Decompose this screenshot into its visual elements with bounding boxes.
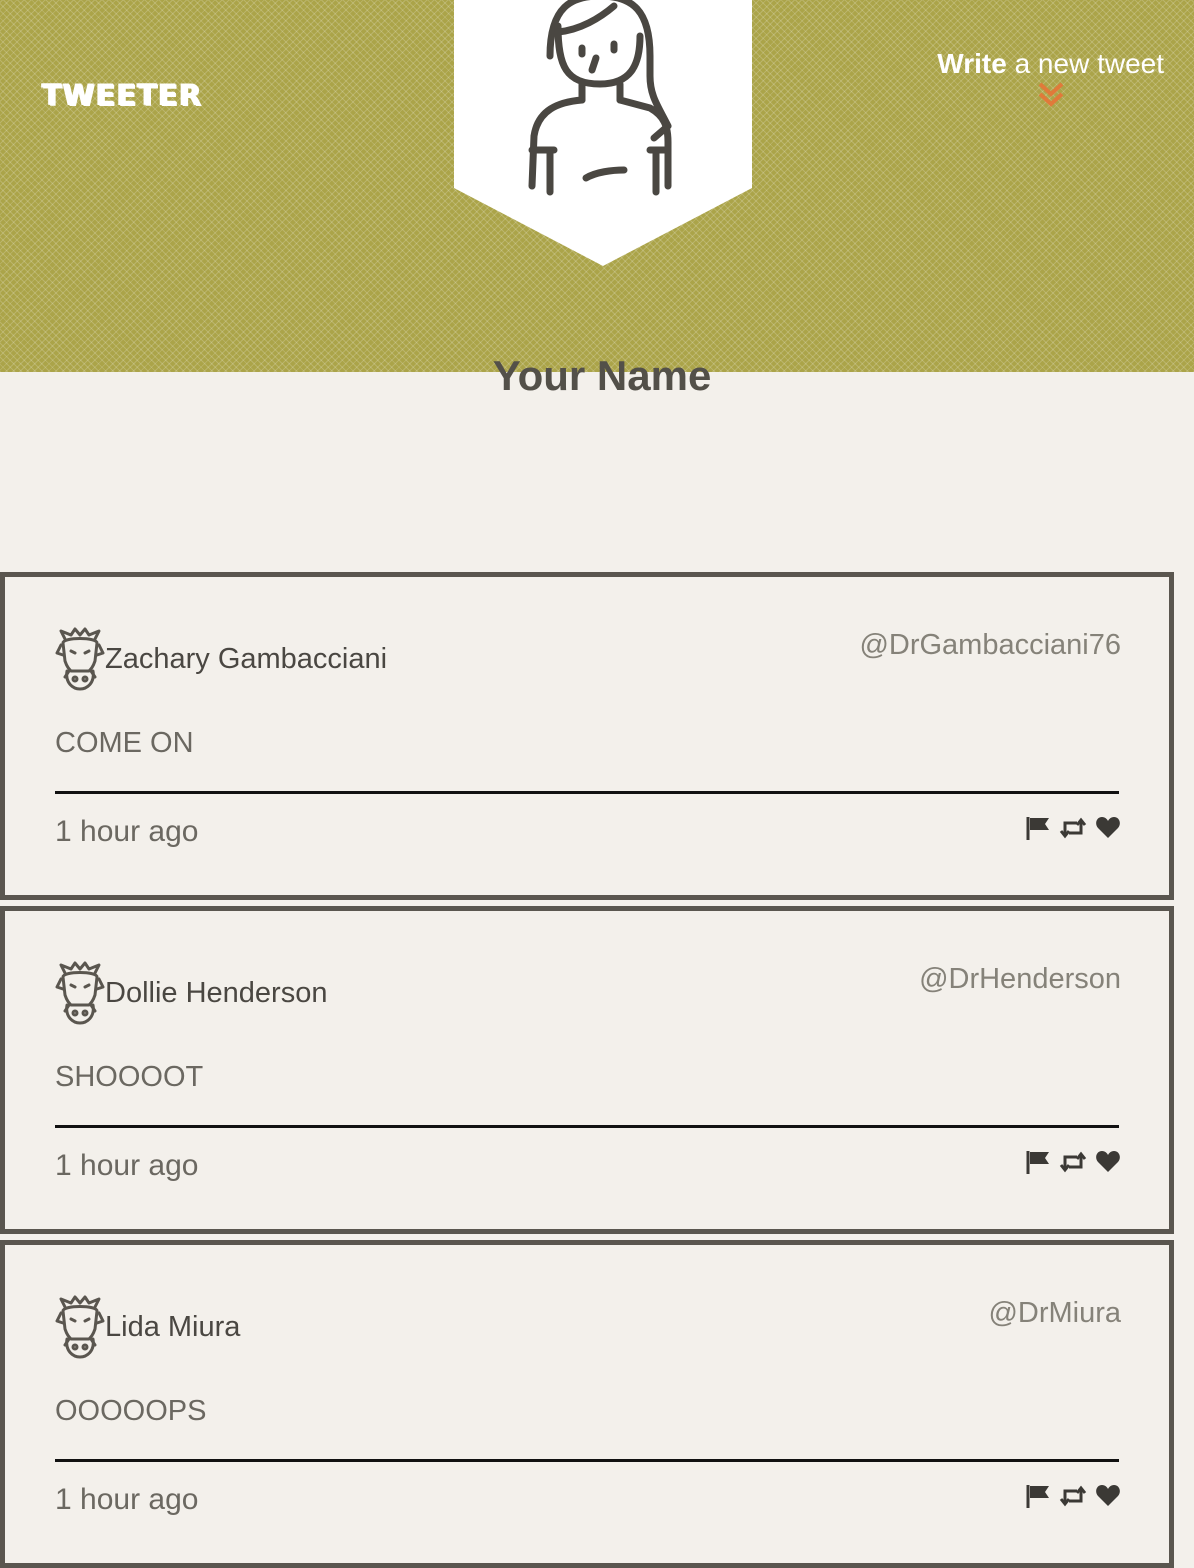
tweet-text: COME ON: [55, 727, 194, 759]
profile-name: Your Name: [492, 352, 712, 399]
write-link-strong: Write: [937, 48, 1007, 79]
tweet-author[interactable]: Lida Miura: [55, 1295, 240, 1359]
tweet-author-name: Lida Miura: [105, 1310, 241, 1343]
boar-avatar-icon: [55, 961, 105, 1025]
tweet-text: SHOOOOT: [55, 1061, 204, 1093]
tweet-divider: [55, 791, 1119, 794]
boar-avatar-icon: [55, 1295, 105, 1359]
tweet-card: Dollie Henderson @DrHenderson SHOOOOT 1 …: [0, 906, 1174, 1234]
boar-avatar-icon: [55, 627, 105, 691]
tweet-divider: [55, 1125, 1119, 1128]
retweet-icon[interactable]: [1059, 1149, 1087, 1175]
tweet-timestamp: 1 hour ago: [55, 1149, 199, 1182]
profile-header: TWEETER Write a new tweet: [0, 0, 1194, 372]
heart-icon[interactable]: [1095, 816, 1121, 840]
write-link-rest: a new tweet: [1006, 48, 1164, 79]
tweet-handle[interactable]: @DrGambacciani76: [859, 629, 1121, 662]
heart-icon[interactable]: [1095, 1484, 1121, 1508]
tweet-actions: [1025, 815, 1121, 841]
flag-icon[interactable]: [1025, 1483, 1051, 1509]
tweet-card: Lida Miura @DrMiura OOOOOPS 1 hour ago: [0, 1240, 1174, 1568]
tweet-author-name: Zachary Gambacciani: [105, 642, 388, 675]
tweet-divider: [55, 1459, 1119, 1462]
retweet-icon[interactable]: [1059, 815, 1087, 841]
tweet-timestamp: 1 hour ago: [55, 815, 199, 848]
flag-icon[interactable]: [1025, 815, 1051, 841]
tweet-author-name: Dollie Henderson: [105, 976, 328, 1009]
tweet-actions: [1025, 1149, 1121, 1175]
tweet-handle[interactable]: @DrMiura: [988, 1297, 1121, 1330]
brand-logo[interactable]: TWEETER: [42, 78, 202, 112]
flag-icon[interactable]: [1025, 1149, 1051, 1175]
retweet-icon[interactable]: [1059, 1483, 1087, 1509]
tweet-actions: [1025, 1483, 1121, 1509]
tweet-handle[interactable]: @DrHenderson: [919, 963, 1121, 996]
write-new-tweet-link[interactable]: Write a new tweet: [937, 48, 1164, 108]
tweet-author[interactable]: Dollie Henderson: [55, 961, 327, 1025]
profile-avatar: [454, 0, 752, 266]
tweet-author[interactable]: Zachary Gambacciani: [55, 627, 387, 691]
tweet-text: OOOOOPS: [55, 1395, 207, 1427]
heart-icon[interactable]: [1095, 1150, 1121, 1174]
tweet-timestamp: 1 hour ago: [55, 1483, 199, 1516]
chevron-double-down-icon[interactable]: [1036, 80, 1066, 108]
tweet-card: Zachary Gambacciani @DrGambacciani76 COM…: [0, 572, 1174, 900]
